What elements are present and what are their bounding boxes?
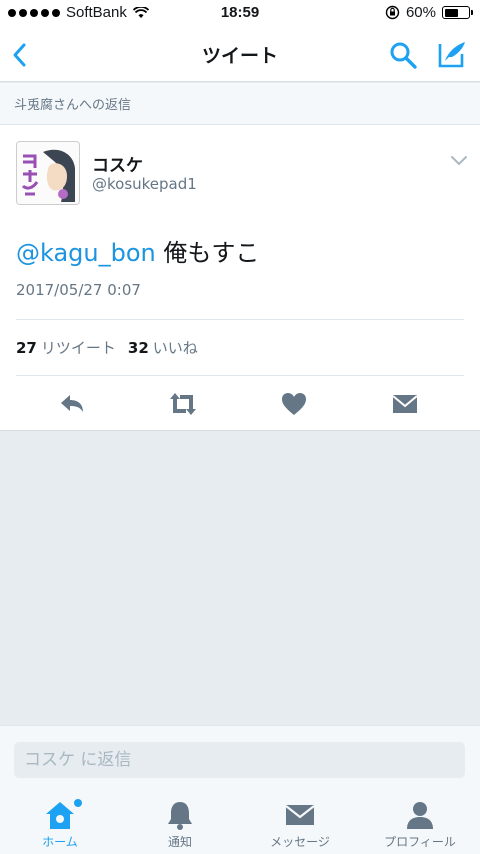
battery-group: 60%	[385, 4, 473, 21]
person-icon	[407, 802, 433, 829]
tab-label: 通知	[167, 835, 192, 849]
screen-name[interactable]: @kosukepad1	[92, 175, 197, 193]
avatar-illustration	[17, 142, 79, 204]
retweet-stat[interactable]: 27 リツイート	[16, 337, 116, 358]
like-count: 32	[127, 339, 149, 357]
tab-home[interactable]: ホーム	[0, 783, 120, 854]
tab-label: メッセージ	[270, 835, 330, 849]
orientation-lock-icon	[385, 5, 400, 20]
avatar[interactable]	[16, 141, 80, 205]
reply-bar	[0, 725, 480, 783]
battery-percent: 60%	[405, 4, 436, 21]
tweet-card: コスケ @kosukepad1 @kagu_bon 俺もすこ 2017/05/2…	[0, 125, 480, 431]
home-icon	[46, 802, 74, 829]
reply-context-label: 斗兎腐さんへの返信	[0, 83, 480, 125]
chevron-down-icon[interactable]	[450, 153, 468, 167]
tweet-body: 俺もすこ	[155, 239, 260, 267]
tab-notifications[interactable]: 通知	[120, 783, 240, 854]
search-icon[interactable]	[388, 40, 418, 70]
notification-dot	[74, 799, 82, 807]
display-name[interactable]: コスケ	[92, 151, 143, 176]
envelope-icon[interactable]	[390, 389, 420, 419]
tweet-stats: 27 リツイート 32 いいね	[16, 337, 198, 358]
tab-label: ホーム	[42, 835, 78, 849]
divider	[16, 375, 464, 376]
envelope-icon	[285, 805, 315, 825]
compose-icon[interactable]	[436, 38, 468, 70]
like-stat[interactable]: 32 いいね	[128, 337, 198, 358]
like-stat-label: いいね	[152, 339, 198, 357]
bell-icon	[168, 802, 192, 830]
mention-link[interactable]: @kagu_bon	[16, 239, 156, 267]
tab-bar: ホーム 通知 メッセージ プロフィール	[0, 783, 480, 854]
tab-profile[interactable]: プロフィール	[360, 783, 480, 854]
reply-icon[interactable]	[57, 389, 87, 419]
retweet-icon[interactable]	[168, 389, 198, 419]
tab-label: プロフィール	[384, 835, 456, 849]
tab-messages[interactable]: メッセージ	[240, 783, 360, 854]
divider	[16, 319, 464, 320]
tweet-text: @kagu_bon 俺もすこ	[16, 233, 259, 268]
retweet-count: 27	[16, 339, 37, 357]
battery-icon	[442, 6, 473, 19]
heart-icon[interactable]	[279, 389, 309, 419]
retweet-stat-label: リツイート	[40, 339, 116, 357]
navigation-bar: ツイート	[0, 28, 480, 82]
status-bar: SoftBank 18:59 60%	[0, 0, 480, 28]
tweet-actions	[0, 389, 480, 419]
battery-level	[444, 8, 459, 17]
tweet-timestamp: 2017/05/27 0:07	[16, 281, 141, 299]
reply-input[interactable]	[14, 742, 465, 778]
